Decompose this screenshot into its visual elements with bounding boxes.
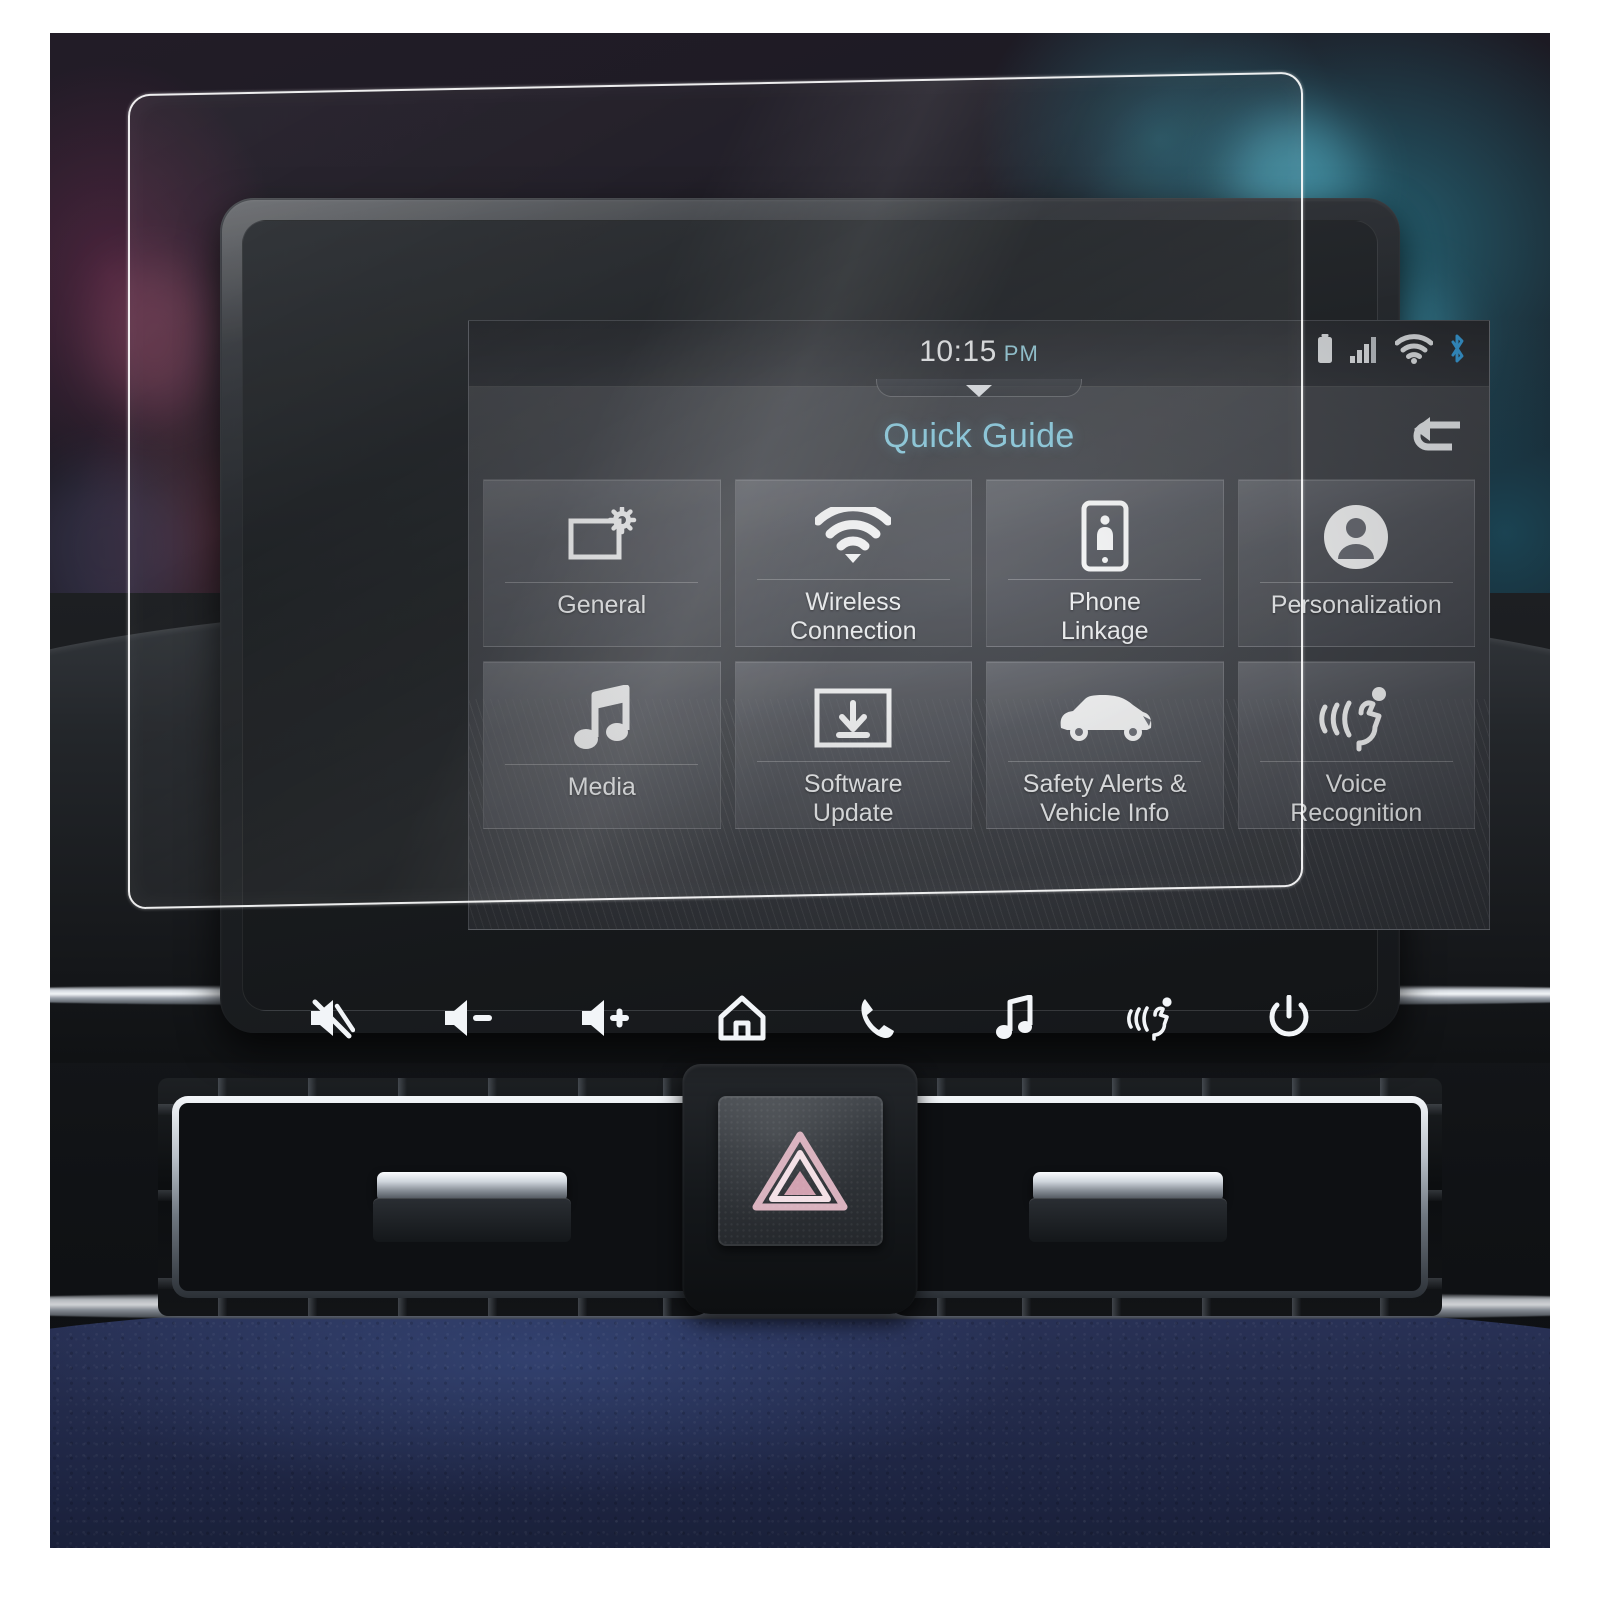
cellular-signal-icon xyxy=(1350,337,1376,363)
tile-divider xyxy=(1008,761,1202,762)
warning-triangle-icon xyxy=(752,1131,848,1211)
vent-direction-knob[interactable] xyxy=(1029,1172,1228,1243)
home-icon xyxy=(718,995,766,1041)
chevron-down-icon[interactable] xyxy=(966,385,992,397)
back-arrow-icon xyxy=(1413,417,1460,451)
tile-media[interactable]: Media xyxy=(483,661,721,829)
phone-person-icon xyxy=(1081,494,1129,577)
vent-slat xyxy=(882,1104,1442,1115)
vent-slat xyxy=(882,1278,1442,1289)
tile-voice-recognition[interactable]: Voice Recognition xyxy=(1237,661,1475,829)
tile-label: Safety Alerts & Vehicle Info xyxy=(1022,770,1187,827)
infotainment-head-unit: 10:15 PM Quick Guide General Wireless Co… xyxy=(220,198,1490,1041)
tile-label: Wireless Connection xyxy=(790,588,917,645)
tile-divider xyxy=(756,579,950,580)
hard-key-bar xyxy=(270,968,1350,1068)
tile-divider xyxy=(505,582,699,583)
tile-divider xyxy=(1008,579,1202,580)
speaker-mute-icon xyxy=(311,999,355,1039)
media-button[interactable] xyxy=(976,979,1054,1057)
music-note-icon xyxy=(571,676,633,762)
speaker-plus-icon xyxy=(581,1000,629,1036)
tile-personalization[interactable]: Personalization xyxy=(1237,479,1475,647)
car-icon xyxy=(1055,676,1155,759)
tile-divider xyxy=(505,764,699,765)
tile-label: Media xyxy=(567,773,636,801)
status-bar: 10:15 PM xyxy=(469,321,1489,397)
volume-up-button[interactable] xyxy=(566,979,644,1057)
download-box-icon xyxy=(814,676,892,759)
status-icon-tray xyxy=(1315,333,1467,365)
bokeh-light-magenta xyxy=(95,263,215,413)
wifi-icon xyxy=(1395,334,1433,364)
infotainment-screen[interactable]: 10:15 PM Quick Guide General Wireless Co… xyxy=(468,320,1490,930)
product-photo: 10:15 PM Quick Guide General Wireless Co… xyxy=(50,33,1550,1548)
vent-panel xyxy=(110,1064,1490,1330)
vent-direction-knob[interactable] xyxy=(372,1172,571,1243)
page-title: Quick Guide xyxy=(883,417,1075,455)
air-vent-left[interactable] xyxy=(158,1078,718,1316)
quick-guide-tile-grid: General Wireless Connection Phone Linkag… xyxy=(483,479,1475,829)
power-icon xyxy=(1269,995,1309,1037)
power-button[interactable] xyxy=(1250,979,1328,1057)
vent-slat xyxy=(158,1278,718,1289)
voice-recognition-icon xyxy=(1317,676,1395,759)
wifi-icon xyxy=(815,494,892,577)
tile-label: General xyxy=(557,591,647,619)
voice-recognition-icon xyxy=(1127,997,1172,1041)
hazard-button-housing xyxy=(682,1064,918,1314)
tile-divider xyxy=(1259,761,1453,762)
mute-button[interactable] xyxy=(292,979,370,1057)
clock-ampm: PM xyxy=(1003,341,1039,366)
bluetooth-icon xyxy=(1451,334,1464,363)
vent-slat xyxy=(158,1104,718,1115)
phone-button[interactable] xyxy=(839,979,917,1057)
user-avatar-icon xyxy=(1321,494,1391,580)
back-button[interactable] xyxy=(1401,407,1473,465)
tile-label: Voice Recognition xyxy=(1290,770,1423,827)
phone-handset-icon xyxy=(861,999,895,1039)
tile-phone-linkage[interactable]: Phone Linkage xyxy=(986,479,1224,647)
tile-software-update[interactable]: Software Update xyxy=(734,661,972,829)
air-vent-right[interactable] xyxy=(882,1078,1442,1316)
tile-label: Software Update xyxy=(803,770,903,827)
tile-divider xyxy=(1259,582,1453,583)
clock-time: 10:15 xyxy=(919,335,997,368)
battery-icon xyxy=(1318,334,1332,363)
volume-down-button[interactable] xyxy=(429,979,507,1057)
dashboard-leather-panel xyxy=(50,1298,1550,1548)
display-settings-icon xyxy=(567,494,637,580)
home-button[interactable] xyxy=(703,979,781,1057)
tile-general[interactable]: General xyxy=(483,479,721,647)
tile-label: Personalization xyxy=(1270,591,1442,619)
tile-divider xyxy=(756,761,950,762)
voice-button[interactable] xyxy=(1113,979,1191,1057)
speaker-minus-icon xyxy=(444,1000,492,1036)
tile-label: Phone Linkage xyxy=(1060,588,1149,645)
tile-safety-alerts-vehicle-info[interactable]: Safety Alerts & Vehicle Info xyxy=(986,661,1224,829)
hazard-lights-button[interactable] xyxy=(717,1096,883,1246)
music-note-icon xyxy=(996,995,1033,1039)
tile-wireless-connection[interactable]: Wireless Connection xyxy=(734,479,972,647)
